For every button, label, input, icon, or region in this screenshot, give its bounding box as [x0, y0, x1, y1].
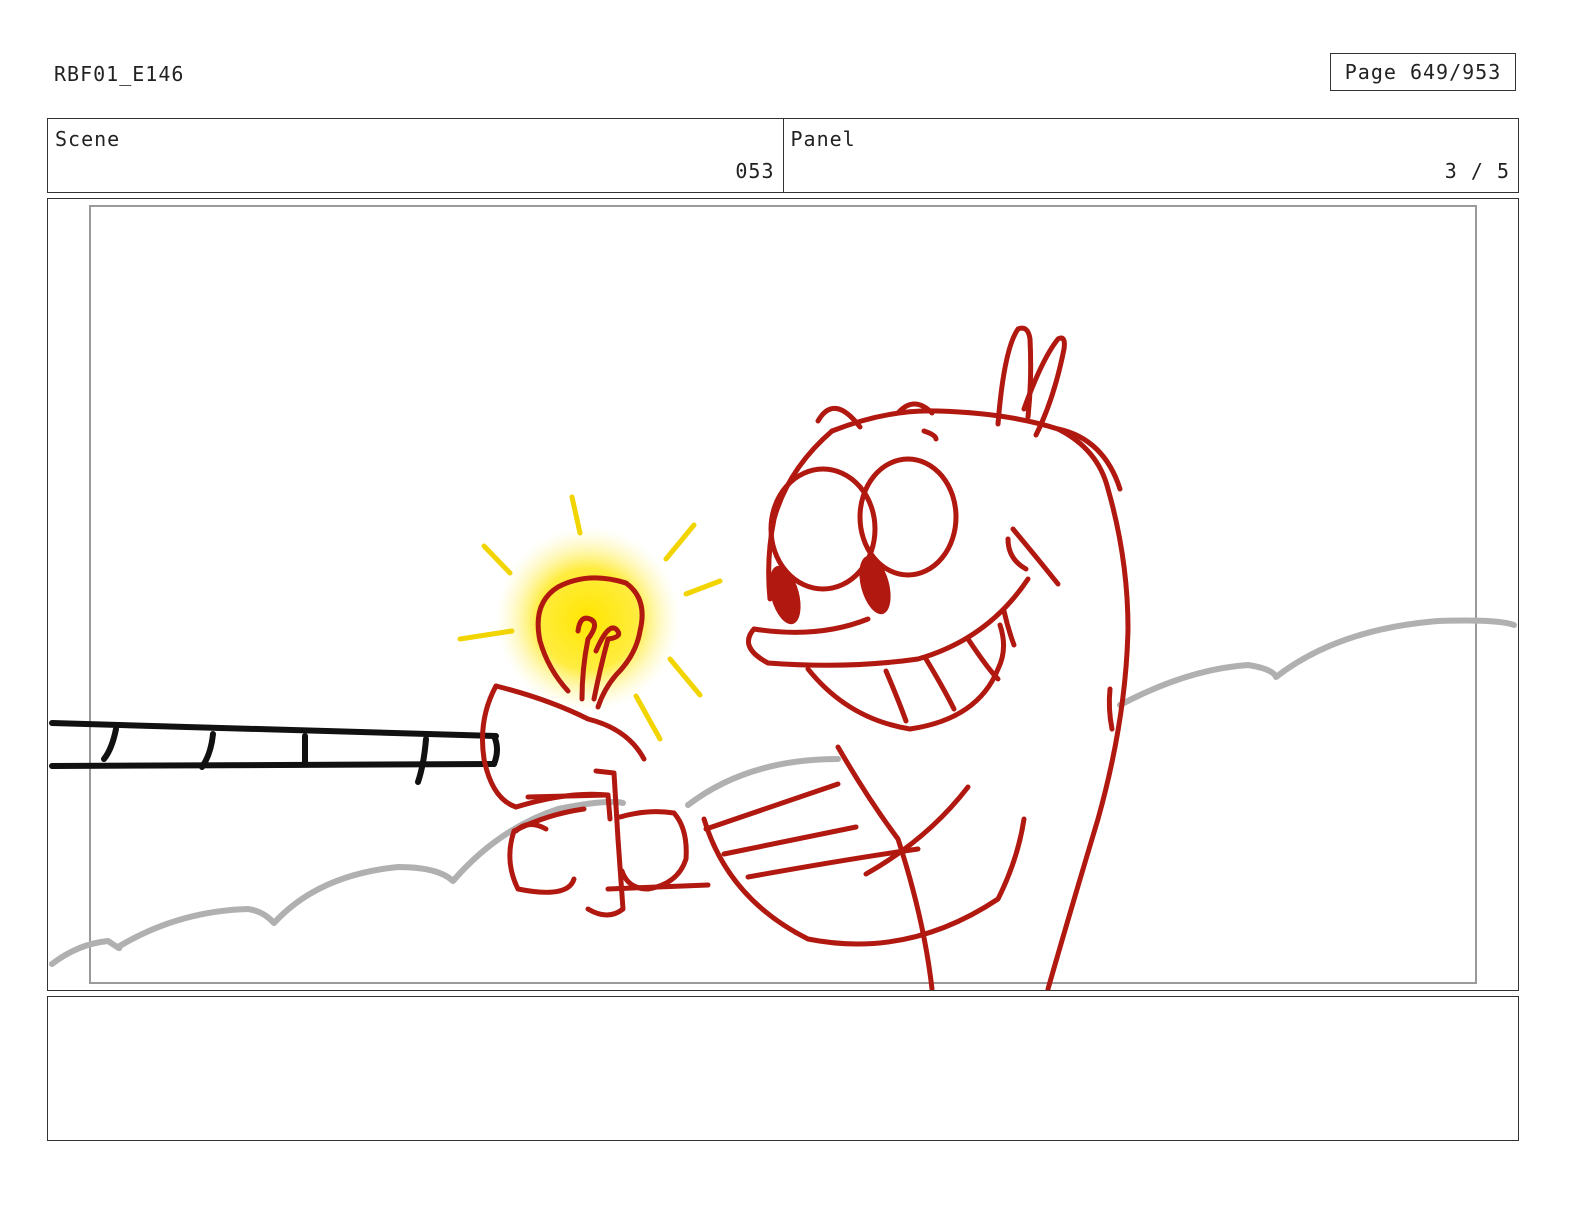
panel-number: 3 / 5: [1444, 159, 1510, 183]
panel-cell: Panel 3 / 5: [782, 119, 1519, 192]
info-row: Scene 053 Panel 3 / 5: [47, 118, 1519, 193]
pole: [49, 720, 500, 785]
storyboard-frame: [47, 198, 1519, 991]
scene-number: 053: [735, 159, 775, 183]
storyboard-drawing: [49, 205, 1517, 990]
page-number-box: Page 649/953: [1330, 53, 1516, 91]
background-clouds: [49, 617, 1517, 967]
notes-box: [47, 996, 1519, 1141]
scene-label: Scene: [55, 127, 121, 151]
production-code: RBF01_E146: [54, 62, 185, 86]
panel-label: Panel: [790, 127, 856, 151]
scene-cell: Scene 053: [48, 119, 783, 192]
